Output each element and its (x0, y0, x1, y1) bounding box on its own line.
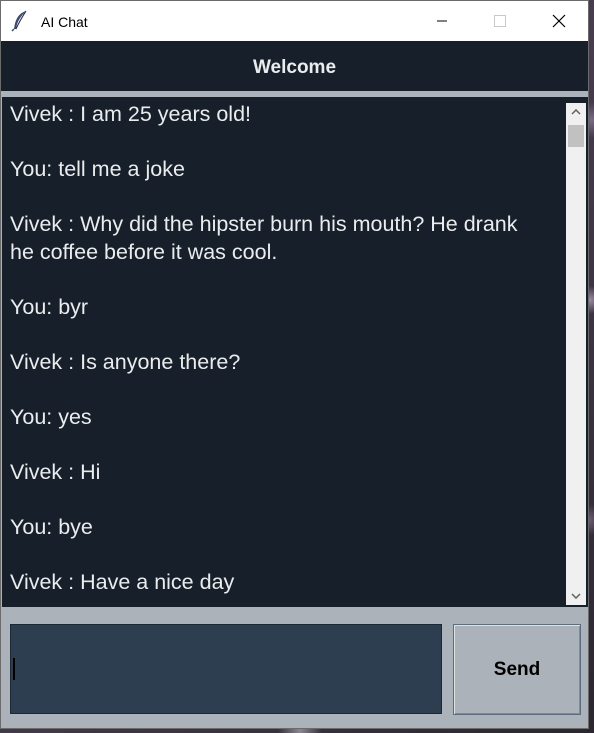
chat-message-line: You: bye (10, 514, 93, 539)
scroll-thumb[interactable] (568, 125, 584, 147)
send-button[interactable]: Send (453, 624, 581, 715)
chat-scrollbar[interactable] (566, 103, 586, 605)
maximize-button[interactable] (471, 1, 529, 41)
chat-message-line: You: byr (10, 294, 89, 319)
chat-message-line: Vivek : Have a nice day (10, 569, 235, 594)
message-input[interactable] (10, 624, 442, 714)
header-bar: Welcome (1, 41, 588, 91)
chat-message-line: Vivek : Is anyone there? (10, 349, 241, 374)
close-button[interactable] (530, 1, 588, 41)
close-icon (552, 14, 566, 28)
title-bar[interactable]: AI Chat (1, 1, 588, 41)
chat-message-line: Vivek : I am 25 years old! (10, 102, 251, 126)
chat-display[interactable]: Vivek : I am 25 years old! You: tell me a… (2, 97, 588, 607)
chat-message-line: Vivek : Hi (10, 459, 101, 484)
chat-messages: Vivek : I am 25 years old! You: tell me a… (10, 101, 565, 596)
window-title: AI Chat (41, 14, 88, 30)
chat-blank-line (10, 184, 565, 212)
chevron-up-icon (571, 109, 581, 115)
chat-blank-line (10, 541, 565, 569)
chat-blank-line (10, 321, 565, 349)
chevron-down-icon (571, 593, 581, 599)
chat-blank-line (10, 486, 565, 514)
chat-blank-line (10, 431, 565, 459)
scroll-down-button[interactable] (566, 587, 586, 605)
app-window: AI Chat Welcome Vivek : I am 25 years ol… (0, 0, 589, 729)
chat-message-line: You: yes (10, 404, 92, 429)
chat-message-line: Vivek : Why did the hipster burn his mou… (10, 212, 518, 236)
minimize-icon (437, 20, 447, 22)
chat-message-line: he coffee before it was cool. (10, 239, 278, 264)
minimize-button[interactable] (413, 1, 471, 41)
maximize-icon (494, 15, 506, 27)
chat-blank-line (10, 376, 565, 404)
chat-blank-line (10, 129, 565, 157)
chat-blank-line (10, 266, 565, 294)
scroll-up-button[interactable] (566, 103, 586, 121)
chat-message-line: You: tell me a joke (10, 157, 185, 181)
text-caret (13, 658, 15, 680)
send-button-label: Send (493, 658, 541, 680)
header-title: Welcome (252, 57, 337, 78)
feather-icon (11, 10, 29, 32)
